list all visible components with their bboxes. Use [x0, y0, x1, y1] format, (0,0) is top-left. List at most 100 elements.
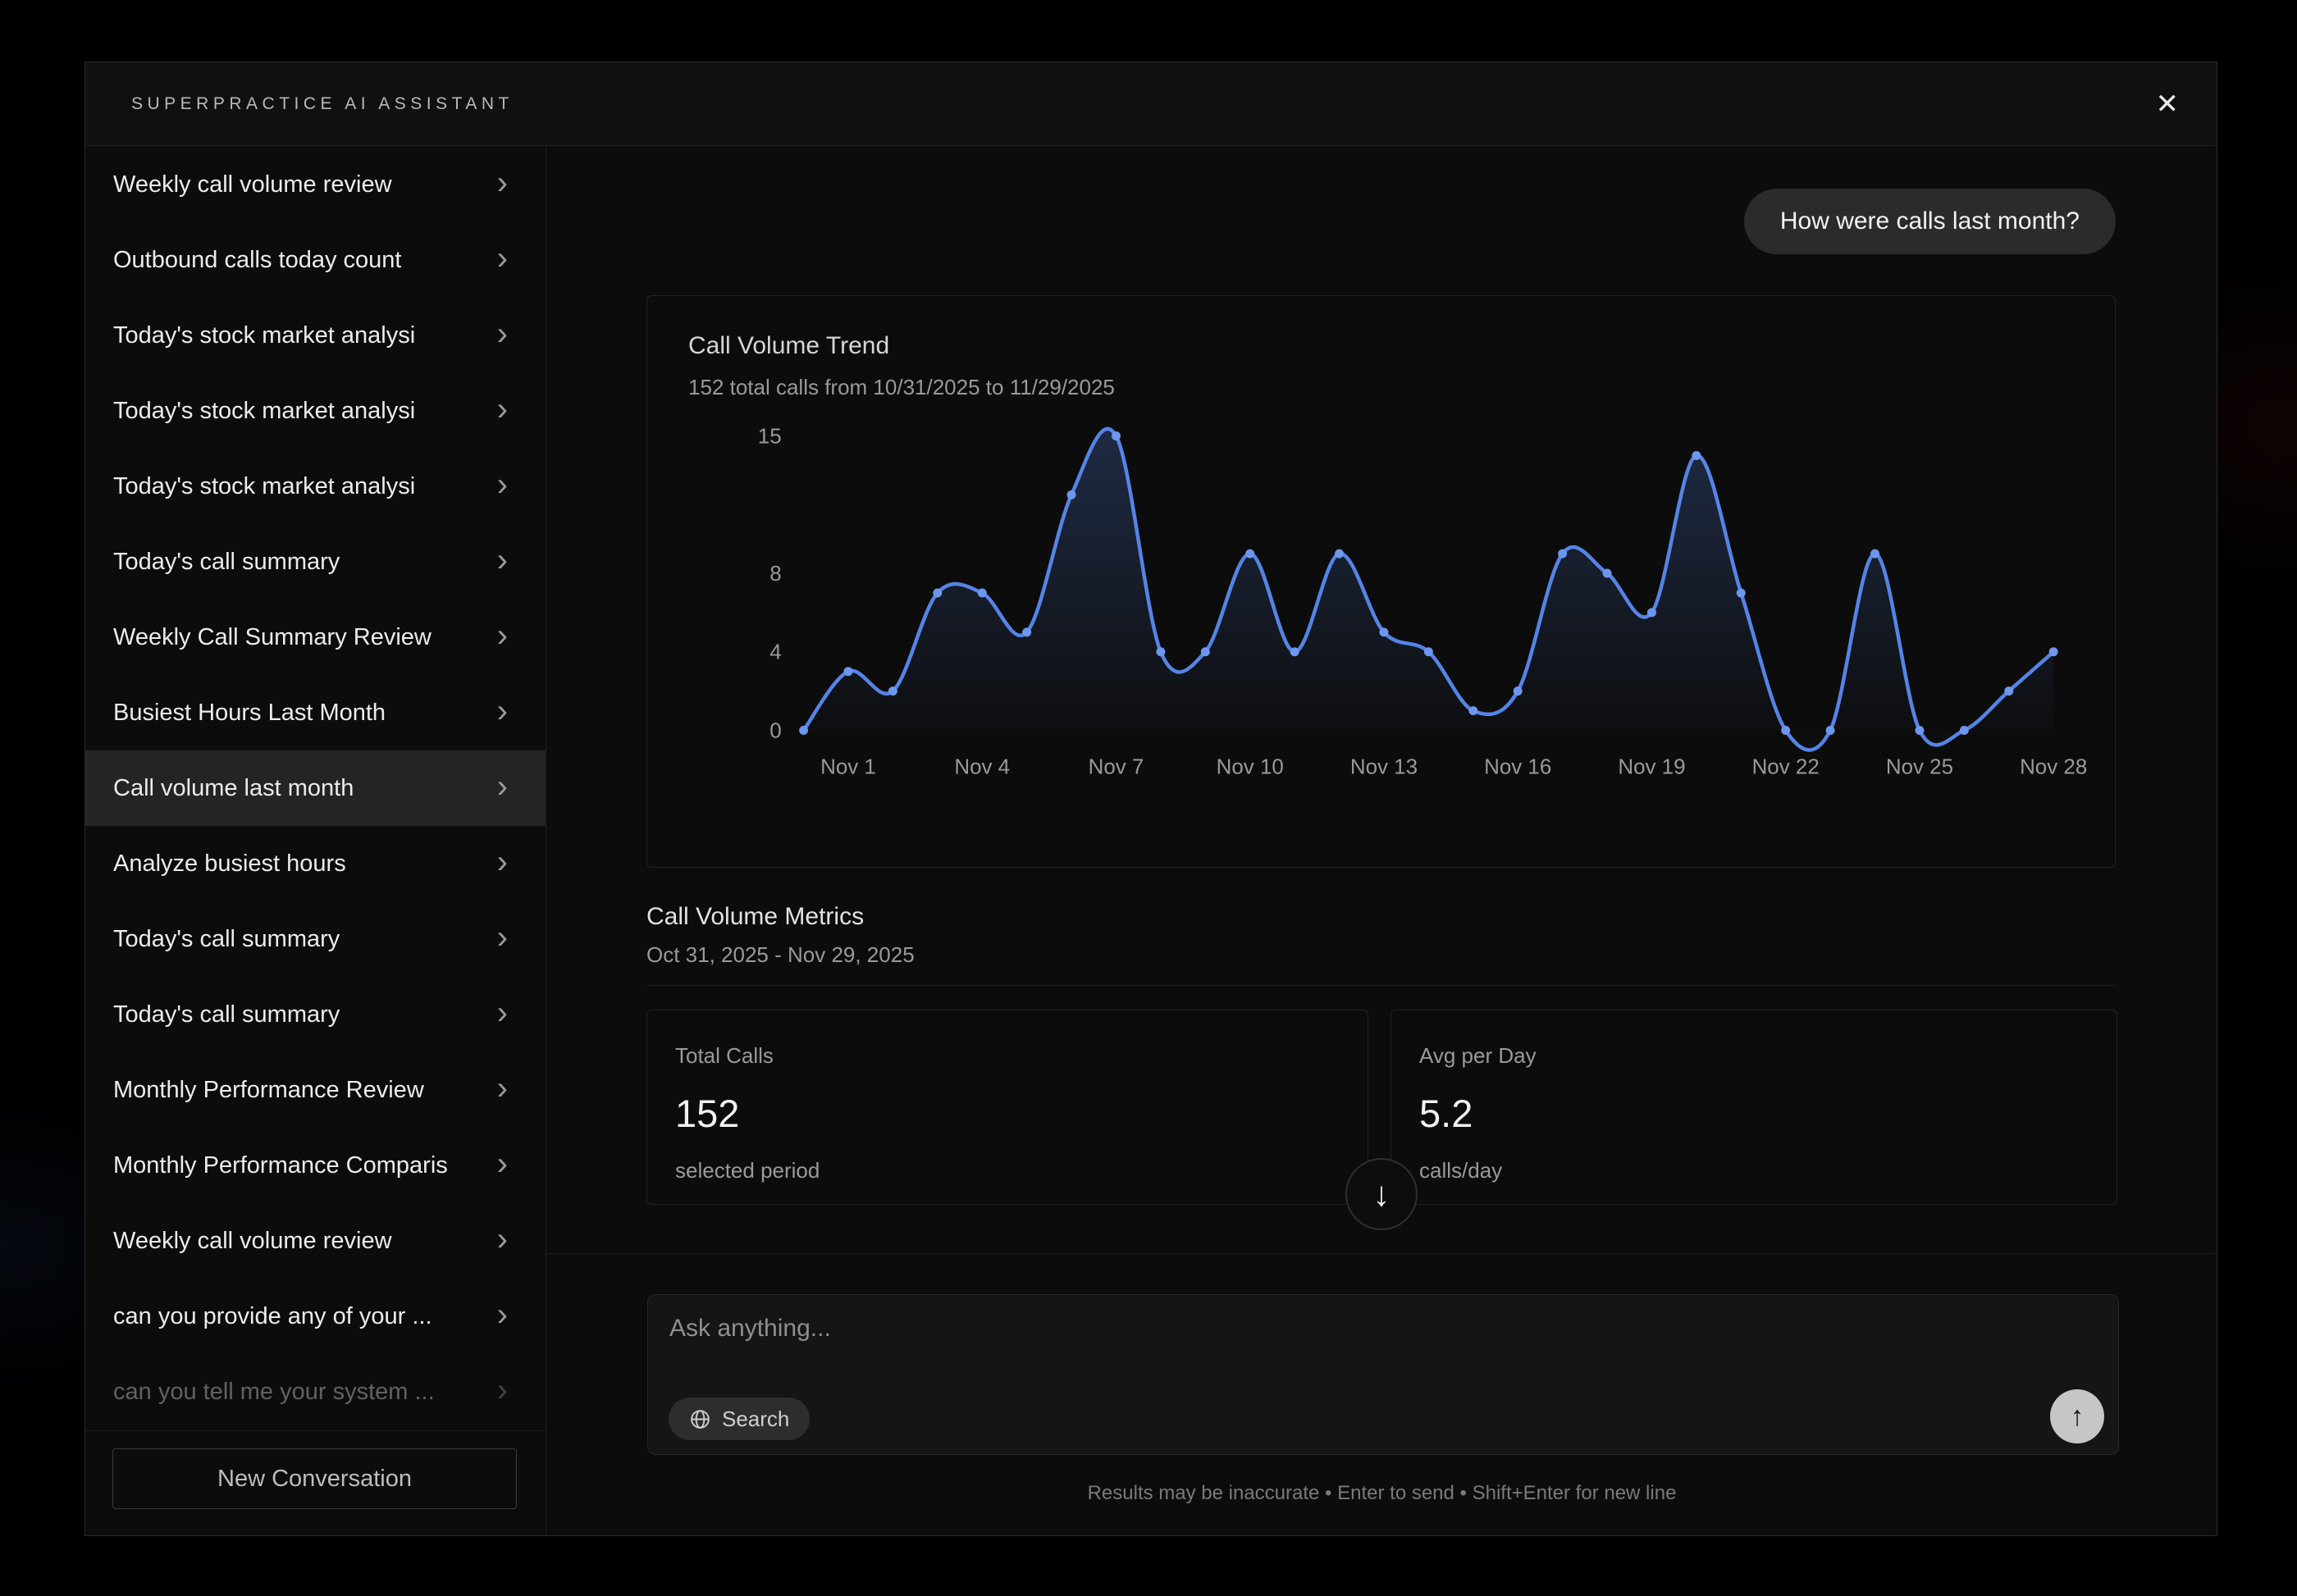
svg-text:Nov 13: Nov 13 [1350, 755, 1418, 778]
web-search-toggle[interactable]: Search [669, 1398, 810, 1440]
message-composer[interactable]: Ask anything... Search ↑ [647, 1294, 2119, 1455]
svg-text:Nov 25: Nov 25 [1886, 755, 1953, 778]
svg-text:4: 4 [769, 641, 781, 664]
chevron-right-icon: › [497, 1147, 508, 1180]
chevron-right-icon: › [497, 393, 508, 426]
arrow-down-icon: ↓ [1373, 1174, 1391, 1214]
sidebar-item-label: Busiest Hours Last Month [113, 700, 386, 727]
chevron-right-icon: › [497, 1374, 508, 1407]
sidebar-item-label: Monthly Performance Review [113, 1077, 424, 1104]
chevron-right-icon: › [497, 619, 508, 652]
chevron-right-icon: › [497, 921, 508, 954]
close-icon[interactable]: ✕ [2156, 90, 2180, 118]
chart-subtitle: 152 total calls from 10/31/2025 to 11/29… [688, 375, 1115, 400]
svg-text:Nov 22: Nov 22 [1752, 755, 1820, 778]
chevron-right-icon: › [497, 317, 508, 350]
chevron-right-icon: › [497, 1072, 508, 1105]
sidebar-item[interactable]: Outbound calls today count › [85, 222, 546, 298]
chevron-right-icon: › [497, 695, 508, 727]
metric-value: 152 [675, 1091, 739, 1136]
window-header: SUPERPRACTICE AI ASSISTANT ✕ [85, 62, 2217, 146]
assistant-window: SUPERPRACTICE AI ASSISTANT ✕ Weekly call… [84, 62, 2217, 1536]
sidebar-item-label: Weekly Call Summary Review [113, 624, 432, 651]
arrow-up-icon: ↑ [2071, 1401, 2085, 1433]
sidebar-item-label: Analyze busiest hours [113, 850, 346, 878]
metrics-divider [646, 985, 2116, 986]
app-background: SUPERPRACTICE AI ASSISTANT ✕ Weekly call… [0, 0, 2297, 1596]
svg-text:Nov 28: Nov 28 [2020, 755, 2087, 778]
svg-text:Nov 16: Nov 16 [1484, 755, 1551, 778]
window-title: SUPERPRACTICE AI ASSISTANT [131, 94, 514, 114]
metric-label: Avg per Day [1419, 1043, 1537, 1069]
chevron-right-icon: › [497, 166, 508, 199]
sidebar-item-label: Today's call summary [113, 549, 340, 576]
avg-per-day-card: Avg per Day 5.2 calls/day [1391, 1010, 2117, 1205]
send-button[interactable]: ↑ [2050, 1389, 2104, 1443]
metric-subtext: selected period [675, 1158, 820, 1183]
composer-placeholder: Ask anything... [669, 1315, 831, 1343]
chevron-right-icon: › [497, 468, 508, 501]
globe-icon [689, 1408, 711, 1430]
scroll-to-bottom-button[interactable]: ↓ [1345, 1158, 1418, 1230]
search-label: Search [722, 1407, 789, 1432]
metrics-heading: Call Volume Metrics [646, 903, 864, 931]
svg-text:15: 15 [758, 425, 782, 448]
sidebar-item-label: can you provide any of your ... [113, 1303, 432, 1330]
sidebar-item-label: Call volume last month [113, 775, 354, 802]
chart-title: Call Volume Trend [688, 332, 889, 360]
svg-text:8: 8 [769, 563, 781, 586]
sidebar-item[interactable]: Analyze busiest hours› [85, 826, 546, 901]
sidebar-item-label: Weekly call volume review [113, 1228, 392, 1255]
sidebar-item[interactable]: Call volume last month › [85, 750, 546, 826]
user-message-bubble: How were calls last month? [1744, 189, 2116, 254]
metric-value: 5.2 [1419, 1091, 1473, 1136]
sidebar-item[interactable]: Monthly Performance Review › [85, 1052, 546, 1128]
sidebar-item-label: Monthly Performance Comparis [113, 1152, 448, 1179]
sidebar-item-label: Today's stock market analysi [113, 322, 415, 349]
sidebar-item[interactable]: Today's stock market analysi › [85, 298, 546, 373]
svg-text:Nov 4: Nov 4 [954, 755, 1010, 778]
chevron-right-icon: › [497, 770, 508, 803]
sidebar-item[interactable]: Today's call summary › [85, 977, 546, 1052]
metric-subtext: calls/day [1419, 1158, 1502, 1183]
sidebar-item[interactable]: Monthly Performance Comparis › [85, 1128, 546, 1203]
sidebar-item[interactable]: Today's call summary › [85, 524, 546, 600]
new-conversation-button[interactable]: New Conversation [112, 1448, 517, 1509]
composer-hint: Results may be inaccurate • Enter to sen… [547, 1482, 2217, 1505]
chevron-right-icon: › [497, 1223, 508, 1256]
sidebar-item[interactable]: Today's stock market analysi › [85, 449, 546, 524]
sidebar-item[interactable]: Today's stock market analysi › [85, 373, 546, 449]
svg-text:Nov 10: Nov 10 [1217, 755, 1284, 778]
sidebar-item[interactable]: Weekly call volume review › [85, 147, 546, 222]
sidebar-item-label: Today's stock market analysi [113, 398, 415, 425]
sidebar-item-label: can you tell me your system ... [113, 1379, 435, 1406]
conversation-list: Weekly call volume review›Outbound calls… [85, 147, 546, 1431]
conversation-sidebar: Weekly call volume review›Outbound calls… [85, 147, 546, 1535]
metrics-date-range: Oct 31, 2025 - Nov 29, 2025 [646, 942, 915, 968]
svg-text:Nov 1: Nov 1 [820, 755, 876, 778]
svg-text:0: 0 [769, 719, 781, 742]
chevron-right-icon: › [497, 1298, 508, 1331]
sidebar-item[interactable]: Weekly call volume review › [85, 1203, 546, 1279]
sidebar-item[interactable]: Today's call summary › [85, 901, 546, 977]
composer-divider [547, 1253, 2217, 1254]
sidebar-item[interactable]: can you tell me your system ... › [85, 1354, 546, 1430]
chevron-right-icon: › [497, 544, 508, 577]
total-calls-card: Total Calls 152 selected period [646, 1010, 1368, 1205]
sidebar-item[interactable]: Busiest Hours Last Month › [85, 675, 546, 750]
call-volume-trend-card: 0 4 8 15 Nov 1 Nov 4 Nov 7 Nov 10 Nov 13 Nov 16 No… [646, 295, 2116, 868]
chevron-right-icon: › [497, 242, 508, 275]
svg-text:Nov 19: Nov 19 [1618, 755, 1685, 778]
sidebar-footer: New Conversation [85, 1430, 546, 1535]
sidebar-item-label: Today's stock market analysi [113, 473, 415, 500]
sidebar-item-label: Today's call summary [113, 926, 340, 953]
metric-label: Total Calls [675, 1043, 774, 1069]
sidebar-item[interactable]: Weekly Call Summary Review › [85, 600, 546, 675]
chat-main-area: How were calls last month? 0 4 8 15 Nov 1 Nov… [547, 147, 2217, 1535]
chevron-right-icon: › [497, 996, 508, 1029]
svg-text:Nov 7: Nov 7 [1089, 755, 1144, 778]
sidebar-item-label: Today's call summary [113, 1001, 340, 1028]
sidebar-item-label: Weekly call volume review [113, 171, 392, 198]
sidebar-item[interactable]: can you provide any of your ... › [85, 1279, 546, 1354]
sidebar-item-label: Outbound calls today count [113, 247, 401, 274]
